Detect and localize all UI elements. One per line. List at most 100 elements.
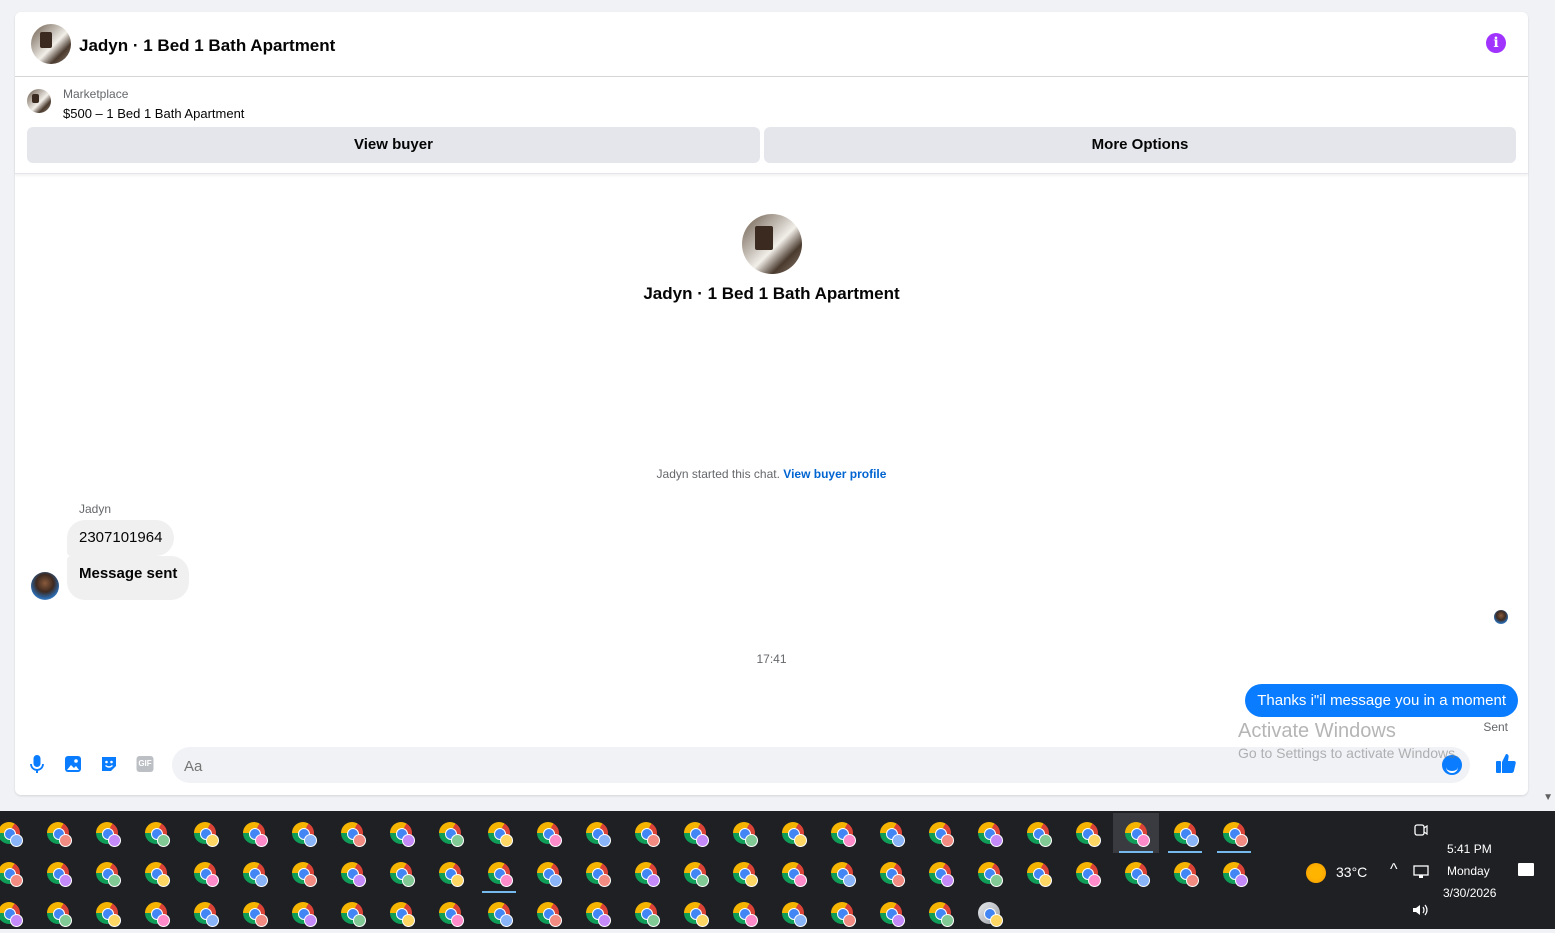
- chrome-taskbar-button[interactable]: [280, 813, 326, 853]
- weather-temperature[interactable]: 33°C: [1336, 864, 1367, 880]
- chrome-taskbar-button[interactable]: [672, 853, 718, 893]
- chrome-taskbar-button[interactable]: [623, 813, 669, 853]
- chrome-taskbar-button[interactable]: [721, 813, 767, 853]
- chrome-taskbar-button[interactable]: [133, 853, 179, 893]
- chrome-taskbar-button[interactable]: [1162, 813, 1208, 853]
- chrome-taskbar-button[interactable]: [1113, 853, 1159, 893]
- clock-date[interactable]: 3/30/2026: [1443, 886, 1496, 900]
- chrome-taskbar-button[interactable]: [1064, 853, 1110, 893]
- chrome-taskbar-button[interactable]: [84, 853, 130, 893]
- chrome-taskbar-button[interactable]: [574, 893, 620, 933]
- chrome-taskbar-button[interactable]: [476, 893, 522, 933]
- chrome-taskbar-button[interactable]: [1162, 853, 1208, 893]
- view-buyer-button[interactable]: View buyer: [27, 127, 760, 163]
- chrome-taskbar-button[interactable]: [1113, 813, 1159, 853]
- incoming-message[interactable]: 2307101964: [67, 520, 175, 556]
- listing-avatar[interactable]: [31, 24, 71, 64]
- chrome-taskbar-button[interactable]: [917, 813, 963, 853]
- info-icon[interactable]: i: [1486, 33, 1506, 53]
- chrome-taskbar-button[interactable]: [770, 893, 816, 933]
- chrome-taskbar-button[interactable]: [476, 853, 522, 893]
- chrome-taskbar-button[interactable]: [819, 853, 865, 893]
- more-options-button[interactable]: More Options: [764, 127, 1516, 163]
- chrome-taskbar-button[interactable]: [966, 853, 1012, 893]
- chrome-taskbar-button[interactable]: [966, 813, 1012, 853]
- sticker-icon[interactable]: [99, 754, 119, 774]
- chrome-taskbar-button[interactable]: [672, 893, 718, 933]
- chrome-taskbar-button[interactable]: [378, 893, 424, 933]
- chrome-taskbar-button[interactable]: [819, 893, 865, 933]
- chrome-taskbar-button[interactable]: [0, 813, 32, 853]
- chrome-taskbar-button[interactable]: [427, 813, 473, 853]
- clock-time[interactable]: 5:41 PM: [1447, 842, 1492, 856]
- chrome-taskbar-button[interactable]: [0, 853, 32, 893]
- chrome-taskbar-button[interactable]: [84, 813, 130, 853]
- chat-title[interactable]: Jadyn · 1 Bed 1 Bath Apartment: [79, 36, 335, 56]
- incoming-message[interactable]: Message sent: [67, 556, 190, 600]
- scroll-down-arrow[interactable]: ▼: [1543, 792, 1553, 803]
- chrome-taskbar-button[interactable]: [329, 813, 375, 853]
- chrome-taskbar-button[interactable]: [1015, 813, 1061, 853]
- chrome-taskbar-button[interactable]: [231, 813, 277, 853]
- chrome-taskbar-button[interactable]: [182, 813, 228, 853]
- meet-now-icon[interactable]: [1414, 823, 1428, 840]
- chrome-taskbar-button[interactable]: [329, 893, 375, 933]
- chrome-taskbar-button[interactable]: [525, 893, 571, 933]
- image-icon[interactable]: [63, 754, 83, 774]
- chrome-taskbar-button[interactable]: [868, 893, 914, 933]
- chrome-taskbar-button[interactable]: [378, 853, 424, 893]
- chrome-taskbar-button[interactable]: [329, 853, 375, 893]
- chrome-taskbar-button[interactable]: [476, 813, 522, 853]
- chrome-taskbar-button[interactable]: [35, 853, 81, 893]
- chrome-taskbar-button[interactable]: [721, 853, 767, 893]
- chrome-taskbar-button[interactable]: [721, 893, 767, 933]
- chrome-taskbar-button[interactable]: [280, 893, 326, 933]
- emoji-icon[interactable]: [1442, 755, 1462, 775]
- chrome-taskbar-button[interactable]: [35, 813, 81, 853]
- listing-price-title[interactable]: $500 – 1 Bed 1 Bath Apartment: [63, 106, 244, 121]
- chrome-taskbar-button[interactable]: [623, 893, 669, 933]
- chrome-taskbar-button[interactable]: [378, 813, 424, 853]
- microphone-icon[interactable]: [27, 754, 47, 774]
- chrome-taskbar-button[interactable]: [1211, 813, 1257, 853]
- chrome-taskbar-button[interactable]: [525, 853, 571, 893]
- chrome-taskbar-button[interactable]: [1015, 853, 1061, 893]
- chrome-taskbar-button[interactable]: [868, 813, 914, 853]
- outgoing-message[interactable]: Thanks i"il message you in a moment: [1245, 684, 1518, 717]
- chrome-taskbar-button[interactable]: [427, 893, 473, 933]
- show-hidden-icons-icon[interactable]: ^: [1390, 861, 1398, 879]
- gif-icon[interactable]: GIF: [135, 754, 155, 774]
- chrome-taskbar-button[interactable]: [427, 853, 473, 893]
- chrome-taskbar-button[interactable]: [182, 853, 228, 893]
- chrome-taskbar-button[interactable]: [1064, 813, 1110, 853]
- chrome-taskbar-button[interactable]: [1211, 853, 1257, 893]
- chrome-taskbar-button[interactable]: [133, 813, 179, 853]
- sender-avatar[interactable]: [31, 572, 59, 600]
- notifications-icon[interactable]: [1518, 863, 1534, 876]
- chrome-taskbar-button[interactable]: [819, 813, 865, 853]
- chrome-taskbar-button[interactable]: [231, 893, 277, 933]
- chrome-taskbar-button[interactable]: [868, 853, 914, 893]
- chrome-taskbar-button[interactable]: [84, 893, 130, 933]
- taskbar-app-button[interactable]: [966, 893, 1012, 933]
- chrome-taskbar-button[interactable]: [35, 893, 81, 933]
- volume-icon[interactable]: [1412, 903, 1430, 920]
- view-buyer-profile-link[interactable]: View buyer profile: [783, 467, 886, 481]
- chrome-taskbar-button[interactable]: [280, 853, 326, 893]
- chrome-taskbar-button[interactable]: [182, 893, 228, 933]
- chrome-taskbar-button[interactable]: [770, 813, 816, 853]
- chrome-taskbar-button[interactable]: [917, 893, 963, 933]
- weather-icon[interactable]: [1306, 863, 1326, 883]
- thumbs-up-icon[interactable]: [1493, 752, 1519, 778]
- chrome-taskbar-button[interactable]: [0, 893, 32, 933]
- listing-thumbnail[interactable]: [27, 89, 51, 113]
- chrome-taskbar-button[interactable]: [623, 853, 669, 893]
- chrome-taskbar-button[interactable]: [770, 853, 816, 893]
- chrome-taskbar-button[interactable]: [574, 853, 620, 893]
- chrome-taskbar-button[interactable]: [525, 813, 571, 853]
- chrome-taskbar-button[interactable]: [231, 853, 277, 893]
- clock-day[interactable]: Monday: [1447, 864, 1490, 878]
- network-icon[interactable]: [1413, 865, 1429, 882]
- chrome-taskbar-button[interactable]: [917, 853, 963, 893]
- chrome-taskbar-button[interactable]: [672, 813, 718, 853]
